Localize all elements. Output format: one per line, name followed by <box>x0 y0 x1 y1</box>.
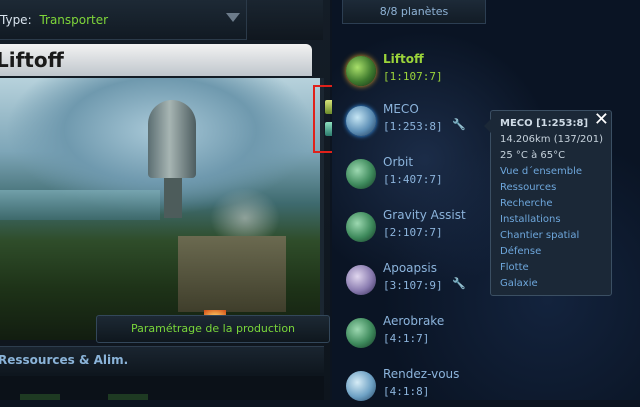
fleet-type-select[interactable]: Type: Transporter <box>0 0 246 40</box>
planet-item-gravity-assist[interactable]: Gravity Assist [2:107:7] <box>346 208 496 248</box>
planet-overview-panel: Type: Transporter Liftoff Paramétrage de… <box>0 0 330 400</box>
planet-coords: [2:107:7] <box>383 226 443 239</box>
wrench-icon: 🔧 <box>452 118 466 131</box>
planet-icon <box>346 212 376 242</box>
fleet-type-label: Type: <box>0 13 32 27</box>
planet-icon <box>346 159 376 189</box>
planet-item-meco[interactable]: MECO [1:253:8] <box>346 102 496 142</box>
planet-coords: [3:107:9] <box>383 279 443 292</box>
tooltip-link-galaxy[interactable]: Galaxie <box>500 276 611 292</box>
planet-icon <box>346 106 376 136</box>
header-block <box>246 0 323 40</box>
planet-name: Apoapsis <box>383 261 437 275</box>
tower-base <box>164 178 182 218</box>
planet-item-apoapsis[interactable]: Apoapsis [3:107:9] <box>346 261 496 301</box>
planet-icon <box>346 265 376 295</box>
planet-item-rendez-vous[interactable]: Rendez-vous [4:1:8] <box>346 367 496 407</box>
planet-icon <box>346 318 376 348</box>
tower <box>148 100 196 178</box>
planet-coords: [4:1:7] <box>383 332 430 345</box>
tooltip-link-overview[interactable]: Vue d´ensemble <box>500 164 611 180</box>
planet-item-liftoff[interactable]: Liftoff [1:107:7] <box>346 52 496 92</box>
planet-item-aerobrake[interactable]: Aerobrake [4:1:7] <box>346 314 496 354</box>
production-settings-button[interactable]: Paramétrage de la production <box>96 315 330 343</box>
tooltip-link-defense[interactable]: Défense <box>500 244 611 260</box>
planet-title: Liftoff <box>0 44 312 76</box>
tooltip-temperature: 25 °C à 65°C <box>500 150 566 161</box>
planet-name: Aerobrake <box>383 314 445 328</box>
planet-name: Rendez-vous <box>383 367 460 381</box>
resource-chip <box>20 394 60 400</box>
tooltip-size: 14.206km (137/201) <box>500 134 604 145</box>
chevron-down-icon[interactable] <box>226 13 240 22</box>
planet-coords: [4:1:8] <box>383 385 430 398</box>
planet-icon <box>346 371 376 401</box>
resources-section-title: Ressources & Alim. <box>0 346 324 373</box>
tooltip-link-shipyard[interactable]: Chantier spatial <box>500 228 611 244</box>
planet-icon <box>346 56 376 86</box>
planet-name: Liftoff <box>383 52 424 66</box>
tooltip-caret <box>484 119 491 133</box>
water <box>0 190 160 220</box>
planet-coords: [1:407:7] <box>383 173 443 186</box>
wrench-icon: 🔧 <box>452 277 466 290</box>
bottom-strip <box>0 376 324 400</box>
planet-tooltip: ✕ MECO [1:253:8] 14.206km (137/201) 25 °… <box>484 110 612 296</box>
tooltip-link-resources[interactable]: Ressources <box>500 180 611 196</box>
tooltip-link-fleet[interactable]: Flotte <box>500 260 611 276</box>
planet-name: Orbit <box>383 155 414 169</box>
planet-count: 8/8 planètes <box>342 0 486 24</box>
planet-item-orbit[interactable]: Orbit [1:407:7] <box>346 155 496 195</box>
planet-name: Gravity Assist <box>383 208 466 222</box>
planet-coords: [1:107:7] <box>383 70 443 83</box>
fleet-type-value: Transporter <box>39 13 109 27</box>
resource-chip <box>108 394 148 400</box>
tooltip-link-research[interactable]: Recherche <box>500 196 611 212</box>
tooltip-link-facilities[interactable]: Installations <box>500 212 611 228</box>
planet-name: MECO <box>383 102 419 116</box>
planet-scene-image <box>0 78 324 340</box>
planet-coords: [1:253:8] <box>383 120 443 133</box>
factory <box>178 236 286 312</box>
close-icon[interactable]: ✕ <box>594 110 609 130</box>
